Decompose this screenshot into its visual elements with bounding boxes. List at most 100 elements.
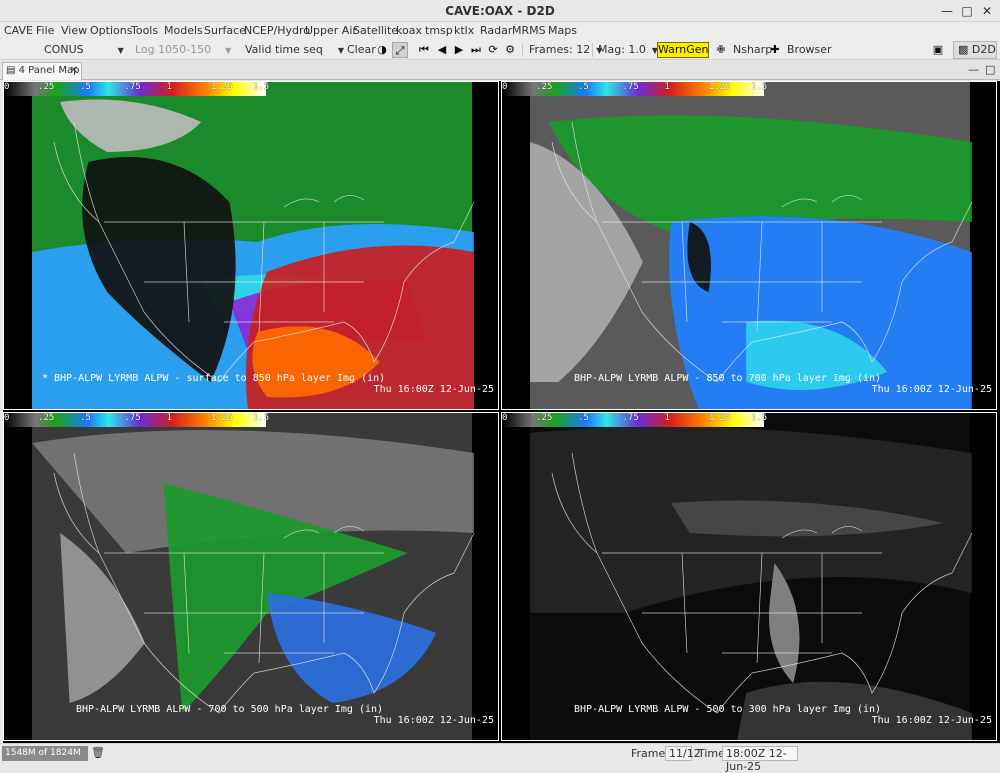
- density-value: Log 1050-150: [135, 43, 212, 56]
- menu-mrms[interactable]: MRMS: [512, 24, 546, 37]
- maximize-view-icon[interactable]: □: [985, 63, 995, 76]
- colorbar-tick: .5: [577, 82, 589, 92]
- colorbar-tick: 0: [502, 82, 508, 92]
- menu-satellite[interactable]: Satellite: [353, 24, 398, 37]
- colorbar-tick: .25: [38, 413, 55, 423]
- colorbar-tick: .5: [577, 413, 589, 423]
- colorbar-tick: 1.25: [708, 413, 731, 423]
- colorbar-tick: .5: [79, 82, 91, 92]
- colorbar: 0 .25 .5 .75 1 1.25 1.5: [4, 82, 270, 96]
- colorbar-tick: .75: [622, 413, 639, 423]
- time-match-value: Valid time seq: [245, 43, 323, 56]
- first-frame-icon[interactable]: ⏮: [416, 42, 432, 58]
- menu-radar[interactable]: Radar: [480, 24, 512, 37]
- last-frame-icon[interactable]: ⏭: [468, 42, 484, 58]
- menu-koax[interactable]: koax: [396, 24, 422, 37]
- frames-counter: 11/12: [665, 746, 701, 761]
- panel-label: BHP-ALPW LYRMB ALPW - 700 to 500 hPa lay…: [4, 693, 498, 737]
- menu-options[interactable]: Options: [90, 24, 132, 37]
- memory-usage[interactable]: 1548M of 1824M: [2, 746, 88, 761]
- colorbar: 0 .25 .5 .75 1 1.25 1.5: [4, 413, 270, 427]
- toolbar-separator: [592, 43, 593, 57]
- editor-tab-bar: ▤ 4 Panel Map ✕ — □: [0, 61, 1000, 80]
- browser-plus-icon[interactable]: ✚: [767, 42, 783, 58]
- density-selector[interactable]: Log 1050-150 ▼: [135, 43, 231, 56]
- map-panel-surface-850[interactable]: 0 .25 .5 .75 1 1.25 1.5 * BHP-ALPW LYRMB ALPW …: [3, 81, 499, 410]
- pw-image-low: [4, 82, 498, 409]
- colorbar-tick: .75: [622, 82, 639, 92]
- colorbar-tick: 1.25: [708, 82, 731, 92]
- close-icon[interactable]: ✕: [978, 2, 996, 20]
- clear-button[interactable]: Clear: [347, 43, 376, 56]
- time-match-selector[interactable]: Valid time seq ▼: [245, 43, 344, 56]
- product-name: BHP-ALPW LYRMB ALPW - 850 to 700 hPa lay…: [574, 373, 882, 384]
- menu-bar: CAVE File View Options Tools Models Surf…: [0, 22, 1000, 40]
- colorbar: 0 .25 .5 .75 1 1.25 1.5: [502, 82, 768, 96]
- map-panel-700-500[interactable]: 0 .25 .5 .75 1 1.25 1.5 BHP-ALPW LYRMB ALPW - …: [3, 412, 499, 741]
- map-tab-icon: ▤: [6, 65, 16, 76]
- menu-file[interactable]: File: [36, 24, 54, 37]
- step-forward-icon[interactable]: ▶: [451, 42, 467, 58]
- colorbar-tick: .75: [124, 413, 141, 423]
- product-name: BHP-ALPW LYRMB ALPW - 700 to 500 hPa lay…: [76, 704, 384, 715]
- toolbar: CONUS ▼ Log 1050-150 ▼ Valid time seq ▼ Cle…: [0, 40, 1000, 60]
- minimize-icon[interactable]: —: [938, 2, 956, 20]
- product-name: * BHP-ALPW LYRMB ALPW - surface to 850 h…: [42, 373, 386, 384]
- panel-label: BHP-ALPW LYRMB ALPW - 500 to 300 hPa lay…: [502, 693, 996, 737]
- panel-label: BHP-ALPW LYRMB ALPW - 850 to 700 hPa lay…: [502, 362, 996, 406]
- d2d-icon: ▩: [958, 43, 969, 56]
- warngen-button[interactable]: WarnGen: [657, 42, 709, 58]
- menu-ktlx[interactable]: ktlx: [454, 24, 474, 37]
- colorbar-tick: 1.5: [750, 82, 768, 92]
- status-bar: 1548M of 1824M 🗑 Frames: 11/12 Time: 18:…: [0, 743, 1000, 773]
- map-panel-850-700[interactable]: 0 .25 .5 .75 1 1.25 1.5 BHP-ALPW LYRMB ALPW - …: [501, 81, 997, 410]
- menu-surface[interactable]: Surface: [204, 24, 246, 37]
- colorbar-tick: 1.5: [252, 413, 270, 423]
- trash-icon[interactable]: 🗑: [91, 746, 105, 759]
- step-back-icon[interactable]: ◀: [434, 42, 450, 58]
- colorbar-tick: 1: [664, 413, 670, 423]
- mag-value: Mag: 1.0: [598, 43, 646, 56]
- menu-maps[interactable]: Maps: [548, 24, 577, 37]
- menu-tmsp[interactable]: tmsp: [425, 24, 453, 37]
- perspective-d2d-button[interactable]: ▩ D2D: [953, 41, 997, 59]
- menu-ncep-hydro[interactable]: NCEP/Hydro: [244, 24, 310, 37]
- maximize-icon[interactable]: □: [958, 2, 976, 20]
- pw-image-upper: [4, 413, 498, 740]
- colorbar-tick: 1: [664, 82, 670, 92]
- menu-models[interactable]: Models: [164, 24, 203, 37]
- perspective-label: D2D: [971, 43, 996, 56]
- colorbar: 0 .25 .5 .75 1 1.25 1.5: [502, 413, 767, 427]
- fullscreen-icon[interactable]: ⤢: [392, 42, 408, 58]
- tab-close-icon[interactable]: ✕: [70, 63, 78, 79]
- menu-tools[interactable]: Tools: [131, 24, 158, 37]
- map-panel-500-300[interactable]: 0 .25 .5 .75 1 1.25 1.5 BHP-ALPW LYRMB ALPW - …: [501, 412, 997, 741]
- refresh-icon[interactable]: ⟳: [485, 42, 501, 58]
- open-perspective-icon[interactable]: ▣: [930, 42, 946, 58]
- mag-selector[interactable]: Mag: 1.0 ▼: [598, 43, 658, 56]
- settings-gear-icon[interactable]: ⚙: [502, 42, 518, 58]
- product-time: Thu 16:00Z 12-Jun-25: [373, 715, 494, 726]
- colorbar-tick: 0: [4, 82, 10, 92]
- pw-image-mid: [502, 82, 996, 409]
- colorbar-tick: .25: [536, 82, 553, 92]
- contrast-icon[interactable]: ◑: [374, 42, 390, 58]
- minimize-view-icon[interactable]: —: [968, 63, 979, 76]
- tab-4-panel-map[interactable]: ▤ 4 Panel Map ✕: [2, 62, 82, 80]
- toolbar-separator: [522, 43, 523, 57]
- colorbar-tick: .75: [124, 82, 141, 92]
- scale-value: CONUS: [44, 43, 84, 56]
- four-panel-map-area[interactable]: 0.25.5.75 1 1.25 1.5 * BHP-ALPW LYRMB ALPW …: [3, 81, 1000, 743]
- chevron-down-icon: ▼: [225, 46, 232, 55]
- pw-image-top: [502, 413, 996, 740]
- colorbar-tick: 0: [502, 413, 508, 423]
- menu-upper-air[interactable]: Upper Air: [305, 24, 357, 37]
- colorbar-tick: .5: [79, 413, 91, 423]
- colorbar-tick: 1.5: [252, 82, 270, 92]
- menu-cave[interactable]: CAVE: [4, 24, 33, 37]
- scale-selector[interactable]: CONUS ▼: [44, 43, 124, 56]
- colorbar-tick: 1: [166, 413, 172, 423]
- browser-button[interactable]: Browser: [787, 43, 832, 56]
- nsharp-icon[interactable]: ✙: [713, 42, 729, 58]
- menu-view[interactable]: View: [61, 24, 87, 37]
